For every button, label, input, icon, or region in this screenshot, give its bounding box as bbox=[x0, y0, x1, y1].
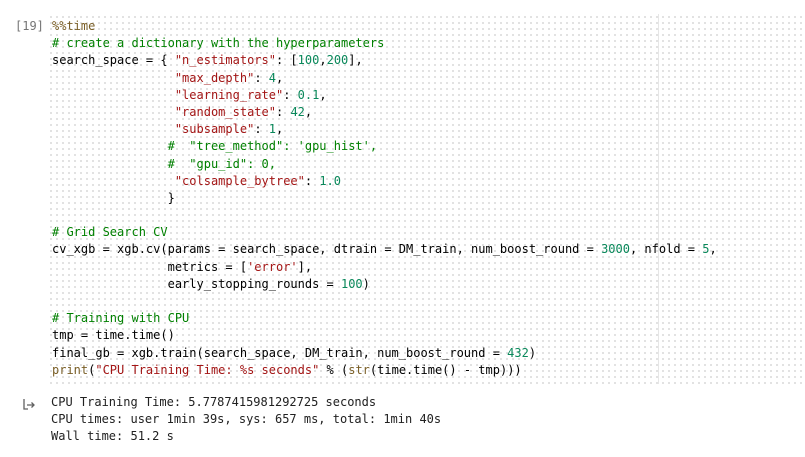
code-token: 1 bbox=[268, 122, 276, 137]
code-line[interactable] bbox=[52, 207, 717, 224]
code-line[interactable] bbox=[52, 293, 717, 310]
code-token: str bbox=[348, 362, 370, 377]
code-token: 'error' bbox=[247, 259, 298, 274]
code-token: 0.1 bbox=[297, 87, 320, 102]
code-line[interactable]: cv_xgb = xgb.cv(params = search_space, d… bbox=[52, 241, 717, 258]
cell-output: CPU Training Time: 5.7787415981292725 se… bbox=[0, 384, 805, 457]
code-token: 100 bbox=[340, 276, 363, 291]
code-token: , bbox=[276, 122, 284, 137]
code-token: "colsample_bytree" bbox=[174, 173, 305, 188]
code-token: "learning_rate" bbox=[174, 87, 284, 102]
code-token: : bbox=[283, 87, 298, 102]
code-token: "CPU Training Time: %s seconds" bbox=[95, 362, 320, 377]
output-line: CPU times: user 1min 39s, sys: 657 ms, t… bbox=[51, 411, 442, 426]
output-line: CPU Training Time: 5.7787415981292725 se… bbox=[51, 395, 377, 409]
code-token: "n_estimators" bbox=[174, 53, 276, 68]
code-token: , bbox=[276, 70, 284, 85]
output-text: CPU Training Time: 5.7787415981292725 se… bbox=[51, 394, 441, 444]
output-line: Wall time: 51.2 s bbox=[51, 428, 174, 443]
code-token: "max_depth" bbox=[174, 70, 255, 85]
code-line[interactable]: # Training with CPU bbox=[52, 310, 717, 327]
code-line[interactable]: # "tree_method": 'gpu_hist', bbox=[52, 138, 717, 155]
code-token: final_gb = xgb.train(search_space, DM_tr… bbox=[52, 345, 508, 360]
code-line[interactable]: %%time bbox=[52, 18, 717, 35]
code-line[interactable]: early_stopping_rounds = 100) bbox=[52, 276, 717, 293]
execution-count: [19] bbox=[15, 19, 44, 33]
code-token: "subsample" bbox=[174, 122, 255, 137]
code-token: ) bbox=[528, 345, 537, 360]
code-token: # create a dictionary with the hyperpara… bbox=[52, 36, 385, 51]
code-token: : bbox=[304, 173, 320, 188]
code-token: , nfold = bbox=[629, 242, 703, 257]
code-token: % ( bbox=[319, 362, 349, 377]
code-line[interactable]: # Grid Search CV bbox=[52, 224, 717, 241]
code-token: # Training with CPU bbox=[52, 311, 190, 326]
code-token: 100 bbox=[297, 53, 320, 68]
code-token: : bbox=[254, 122, 269, 137]
code-token: , bbox=[304, 104, 313, 119]
code-token: print bbox=[52, 362, 89, 377]
code-token: 3000 bbox=[601, 242, 630, 257]
code-line[interactable]: "random_state": 42, bbox=[52, 104, 717, 121]
code-token: , bbox=[709, 242, 717, 257]
code-token: 42 bbox=[290, 104, 305, 119]
code-token: # "tree_method": 'gpu_hist', bbox=[167, 139, 378, 154]
code-token: tmp = time.time() bbox=[52, 328, 175, 343]
code-line[interactable]: "learning_rate": 0.1, bbox=[52, 87, 717, 104]
code-token: search_space = { bbox=[52, 53, 175, 68]
code-token: ) bbox=[362, 276, 370, 291]
code-token: : bbox=[275, 104, 291, 119]
code-line[interactable]: search_space = { "n_estimators": [100,20… bbox=[52, 52, 717, 69]
output-redirect-icon[interactable] bbox=[22, 397, 36, 411]
code-token: 200 bbox=[326, 53, 349, 68]
code-token: early_stopping_rounds = bbox=[52, 276, 341, 291]
code-token: : bbox=[254, 70, 269, 85]
code-line[interactable]: "subsample": 1, bbox=[52, 121, 717, 138]
code-token: metrics = [ bbox=[52, 259, 248, 274]
code-line[interactable]: } bbox=[52, 190, 717, 207]
code-token: cv_xgb = xgb.cv(params = search_space, d… bbox=[52, 242, 602, 257]
code-line[interactable]: metrics = ['error'], bbox=[52, 259, 717, 276]
code-token: 4 bbox=[268, 70, 276, 85]
code-token: %%time bbox=[52, 19, 96, 33]
code-line[interactable]: "colsample_bytree": 1.0 bbox=[52, 173, 717, 190]
code-token: , bbox=[319, 53, 327, 68]
code-token: : [ bbox=[275, 53, 298, 68]
code-line[interactable]: "max_depth": 4, bbox=[52, 70, 717, 87]
code-token: , bbox=[319, 87, 327, 102]
code-content[interactable]: %%time # create a dictionary with the hyp… bbox=[52, 18, 717, 379]
code-token: 1.0 bbox=[319, 173, 342, 188]
code-line[interactable]: # create a dictionary with the hyperpara… bbox=[52, 35, 717, 52]
code-token: (time.time() - tmp))) bbox=[369, 362, 522, 377]
code-token: # "gpu_id": 0, bbox=[167, 156, 276, 171]
code-token: ], bbox=[348, 53, 363, 68]
code-token: "random_state" bbox=[174, 104, 276, 119]
code-line[interactable]: print("CPU Training Time: %s seconds" % … bbox=[52, 362, 717, 379]
code-token: ], bbox=[297, 259, 313, 274]
code-line[interactable]: tmp = time.time() bbox=[52, 327, 717, 344]
code-token: 432 bbox=[507, 345, 529, 360]
code-cell[interactable]: [19] %%time # create a dictionary with th… bbox=[0, 0, 805, 384]
code-line[interactable]: final_gb = xgb.train(search_space, DM_tr… bbox=[52, 345, 717, 362]
code-line[interactable]: # "gpu_id": 0, bbox=[52, 156, 717, 173]
code-token: } bbox=[52, 190, 175, 205]
code-token: # Grid Search CV bbox=[52, 225, 168, 240]
